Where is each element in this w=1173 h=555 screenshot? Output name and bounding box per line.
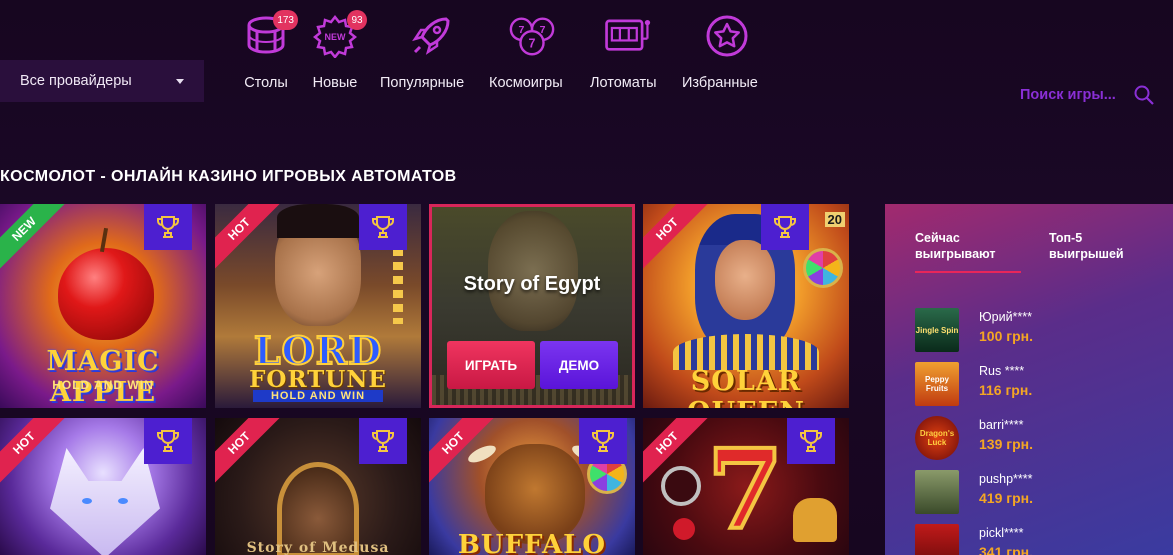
winner-row[interactable]: Dragon's Luck barri**** 139 грн. <box>915 416 1155 462</box>
category-label: Избранные <box>682 75 758 91</box>
category-lotomats[interactable]: Лотоматы <box>590 12 657 91</box>
count-badge: 93 <box>347 10 367 30</box>
game-tile-buffalo[interactable]: BUFFALO HOT <box>429 418 635 555</box>
new-badge-icon: NEW 93 <box>311 10 367 60</box>
category-popular[interactable]: Популярные <box>380 12 464 91</box>
provider-select-value: Все провайдеры <box>20 73 132 89</box>
demo-button[interactable]: ДЕМО <box>540 341 618 389</box>
game-title: Story of Egypt <box>463 273 601 295</box>
category-label: Новые <box>312 75 358 91</box>
winner-amount: 341 грн. <box>979 544 1033 555</box>
apple-image <box>58 248 154 340</box>
svg-text:7: 7 <box>519 24 525 36</box>
active-tab-indicator <box>915 271 1021 273</box>
game-tile-lord-fortune[interactable]: LORD FORTUNE HOLD AND WIN HOT <box>215 204 421 408</box>
star-icon <box>703 12 751 60</box>
tab-label: выигрышей <box>1049 247 1124 261</box>
game-thumbnail <box>915 470 959 514</box>
winner-amount: 419 грн. <box>979 490 1033 506</box>
game-tile-story-of-egypt[interactable]: Story of Egypt ИГРАТЬ ДЕМО <box>429 204 635 408</box>
search-icon[interactable] <box>1134 85 1154 105</box>
category-cosmogames[interactable]: 7 7 7 Космоигры <box>489 12 563 91</box>
category-label: Лотоматы <box>590 75 657 91</box>
svg-text:NEW: NEW <box>325 32 347 42</box>
page-title: КОСМОЛОТ - ОНЛАЙН КАЗИНО ИГРОВЫХ АВТОМАТ… <box>0 168 457 185</box>
winner-username: pickl**** <box>979 526 1024 540</box>
category-favorites[interactable]: Избранные <box>682 12 758 91</box>
trophy-icon[interactable] <box>144 418 192 464</box>
provider-select[interactable]: Все провайдеры <box>0 60 204 102</box>
trophy-icon[interactable] <box>787 418 835 464</box>
category-tables[interactable]: 173 Столы <box>242 10 298 91</box>
winners-panel: Сейчас выигрывают Топ-5 выигрышей Jingle… <box>885 204 1173 555</box>
search-input[interactable]: Поиск игры... <box>1020 87 1116 103</box>
game-thumbnail: Dragon's Luck <box>915 416 959 460</box>
chevron-down-icon <box>176 78 184 84</box>
game-subtitle: HOLD AND WIN <box>253 390 383 402</box>
category-label: Популярные <box>380 75 465 91</box>
slot-machine-icon <box>603 12 651 60</box>
tab-now-winning[interactable]: Сейчас выигрывают <box>915 230 996 262</box>
svg-text:7: 7 <box>540 24 546 36</box>
game-tile-sevens[interactable]: 7 HOT <box>643 418 849 555</box>
game-title: BUFFALO <box>457 530 607 555</box>
game-thumbnail: Jingle Spin <box>915 308 959 352</box>
winner-row[interactable]: pushp**** 419 грн. <box>915 470 1155 516</box>
game-tile-wolf[interactable]: HOT <box>0 418 206 555</box>
category-new[interactable]: NEW 93 Новые <box>311 10 367 91</box>
winner-username: pushp**** <box>979 472 1033 486</box>
seven-symbol: 7 <box>705 425 786 554</box>
winner-username: Юрий**** <box>979 310 1033 324</box>
play-button[interactable]: ИГРАТЬ <box>447 341 535 389</box>
winner-row[interactable]: pickl**** 341 грн. <box>915 524 1155 555</box>
poker-chips-icon: 173 <box>242 10 298 60</box>
trophy-icon[interactable] <box>579 418 627 464</box>
winner-amount: 116 грн. <box>979 382 1033 398</box>
tab-top-5[interactable]: Топ-5 выигрышей <box>1049 230 1124 262</box>
trophy-icon[interactable] <box>359 418 407 464</box>
trophy-icon[interactable] <box>144 204 192 250</box>
winner-username: barri**** <box>979 418 1024 432</box>
search-box[interactable]: Поиск игры... <box>1020 85 1154 105</box>
tab-label: Сейчас <box>915 231 960 245</box>
winner-username: Rus **** <box>979 364 1025 378</box>
trophy-icon[interactable] <box>359 204 407 250</box>
winner-row[interactable]: Peppy Fruits Rus **** 116 грн. <box>915 362 1155 408</box>
game-tile-magic-apple[interactable]: MAGIC APPLE HOLD AND WIN NEW <box>0 204 206 408</box>
winner-amount: 100 грн. <box>979 328 1033 344</box>
game-tile-story-of-medusa[interactable]: Story of Medusa HOT <box>215 418 421 555</box>
game-tile-solar-queen[interactable]: SOLAR QUEEN 20 HOT <box>643 204 849 408</box>
category-label: Космоигры <box>489 75 563 91</box>
game-thumbnail: Peppy Fruits <box>915 362 959 406</box>
game-title-line2: FORTUNE <box>249 366 387 393</box>
svg-text:7: 7 <box>529 37 536 51</box>
bonus-wheel-icon <box>803 248 843 288</box>
game-title: MAGIC APPLE <box>46 346 160 408</box>
tab-label: Топ-5 <box>1049 231 1083 245</box>
winner-row[interactable]: Jingle Spin Юрий**** 100 грн. <box>915 308 1155 354</box>
trophy-icon[interactable] <box>761 204 809 250</box>
game-title: Story of Medusa <box>246 540 390 555</box>
lottery-balls-icon: 7 7 7 <box>508 12 556 60</box>
rocket-icon <box>407 12 455 60</box>
game-title: SOLAR QUEEN <box>687 366 804 408</box>
game-subtitle: HOLD AND WIN <box>52 378 154 392</box>
category-label: Столы <box>244 75 288 91</box>
tab-label: выигрывают <box>915 247 996 261</box>
count-badge: 173 <box>273 10 298 30</box>
corner-number: 20 <box>824 212 845 227</box>
game-thumbnail <box>915 524 959 555</box>
winner-amount: 139 грн. <box>979 436 1033 452</box>
